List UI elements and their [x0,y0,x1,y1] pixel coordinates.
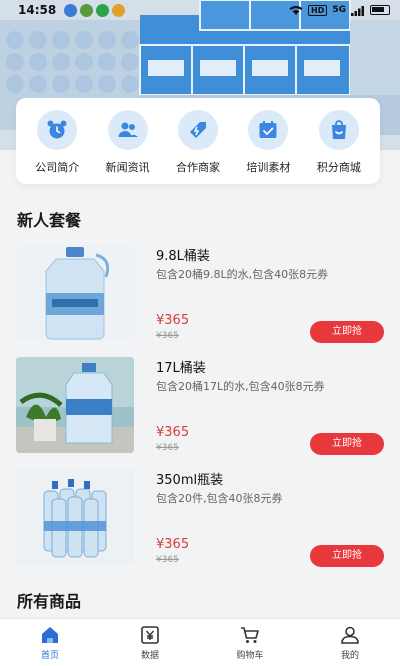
tab-label: 购物车 [236,651,264,661]
section-title-all-products: 所有商品 [17,592,82,611]
network-label: 5G [332,5,346,15]
product-name: 9.8L桶装 [156,249,210,264]
product-image [16,357,134,453]
user-icon [338,623,362,647]
tab-home[interactable]: 首页 [0,619,100,666]
tab-label: 首页 [40,651,59,661]
category-news[interactable]: 新闻资讯 [92,110,162,184]
category-label: 新闻资讯 [105,161,150,174]
tab-label: 数据 [140,651,159,661]
notification-icon [96,3,110,17]
shopping-bag-icon [318,110,359,150]
cart-icon [238,623,262,647]
section-title-new-user: 新人套餐 [17,211,82,230]
product-info: 17L桶装 包含20桶17L的水,包含40张8元券 ¥365 ¥365 立即抢 [156,357,384,455]
category-points-mall[interactable]: 积分商城 [304,110,374,184]
product-description: 包含20桶9.8L的水,包含40张8元券 [156,268,329,281]
product-price: ¥365 [156,425,190,440]
category-label: 培训素材 [246,161,291,174]
buy-now-button[interactable]: 立即抢 [310,433,384,455]
wifi-icon [289,5,303,15]
category-partners[interactable]: 合作商家 [163,110,233,184]
buy-now-button[interactable]: 立即抢 [310,545,384,567]
product-original-price: ¥365 [156,331,179,341]
signal-icon [351,5,364,16]
status-time: 14:58 [18,3,57,17]
calendar-check-icon [248,110,289,150]
tab-profile[interactable]: 我的 [300,619,400,666]
category-training[interactable]: 培训素材 [233,110,303,184]
product-image [16,469,134,565]
product-card[interactable]: 17L桶装 包含20桶17L的水,包含40张8元券 ¥365 ¥365 立即抢 [0,357,400,467]
product-image [16,245,134,341]
category-label: 积分商城 [316,161,361,174]
product-info: 350ml瓶装 包含20件,包含40张8元券 ¥365 ¥365 立即抢 [156,469,384,567]
yen-icon [138,623,162,647]
category-menu: 公司简介 新闻资讯 合作商家 培训素材 积分商城 [16,98,380,184]
battery-icon [370,5,390,15]
status-bar: 14:58 HD 5G [0,0,400,20]
product-original-price: ¥365 [156,555,179,565]
home-icon [38,623,62,647]
notification-icon [80,3,94,17]
tag-icon [178,110,219,150]
notification-icon [64,3,78,17]
product-info: 9.8L桶装 包含20桶9.8L的水,包含40张8元券 ¥365 ¥365 立即… [156,245,384,343]
category-company-intro[interactable]: 公司简介 [22,110,92,184]
people-icon [107,110,148,150]
buy-now-button[interactable]: 立即抢 [310,321,384,343]
product-price: ¥365 [156,313,190,328]
product-original-price: ¥365 [156,443,179,453]
category-label: 公司简介 [35,161,80,174]
tab-data[interactable]: 数据 [100,619,200,666]
product-name: 350ml瓶装 [156,473,224,488]
alarm-clock-icon [37,110,78,150]
tab-cart[interactable]: 购物车 [200,619,300,666]
notification-icon [112,3,126,17]
product-description: 包含20桶17L的水,包含40张8元券 [156,380,325,393]
tab-label: 我的 [340,651,359,661]
product-name: 17L桶装 [156,361,206,376]
product-description: 包含20件,包含40张8元券 [156,492,283,505]
product-card[interactable]: 9.8L桶装 包含20桶9.8L的水,包含40张8元券 ¥365 ¥365 立即… [0,245,400,355]
product-card[interactable]: 350ml瓶装 包含20件,包含40张8元券 ¥365 ¥365 立即抢 [0,469,400,579]
product-price: ¥365 [156,537,190,552]
hd-badge: HD [308,4,328,16]
category-label: 合作商家 [176,161,221,174]
bottom-tab-bar: 首页 数据 购物车 我的 [0,618,400,666]
